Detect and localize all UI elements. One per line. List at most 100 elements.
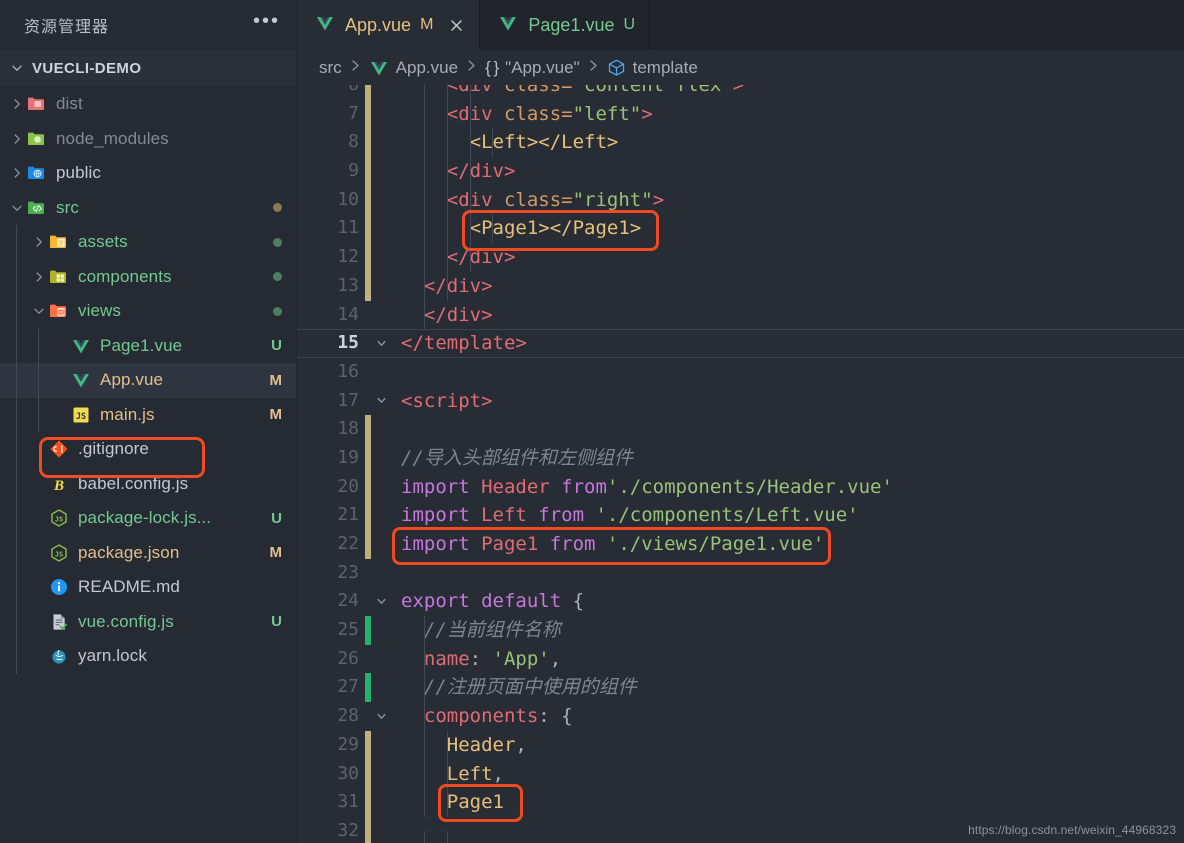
tabbar-empty-space [650,0,1184,50]
tree-item-package-lock-js-[interactable]: JS package-lock.js... U [0,501,296,536]
git-change-marker [365,415,371,444]
tree-item--gitignore[interactable]: .gitignore [0,432,296,467]
code-text: </template> [401,332,527,355]
git-change-marker [365,214,371,244]
line-number: 13 [337,274,359,296]
fold-chevron-icon[interactable] [371,338,391,349]
code-line: 10 <div class="right"> [297,185,1184,215]
code-line: 16 [297,358,1184,387]
explorer-header: 资源管理器 ••• [0,0,296,50]
tree-item-label: node_modules [56,128,169,148]
line-number: 29 [337,733,359,755]
line-number: 30 [337,762,359,784]
vue-file-icon [315,13,335,38]
fold-chevron-icon[interactable] [371,711,391,722]
tree-item-package-json[interactable]: JS package.json M [0,535,296,570]
breadcrumb-item-app-vue[interactable]: App.vue [369,58,458,78]
vscode-window: 资源管理器 ••• VUECLI-DEMO dist node_modulespu… [0,0,1184,843]
cube-icon [607,58,626,77]
code-line: 24 export default { [297,587,1184,616]
code-text: <Page1></Page1> [391,214,641,244]
tree-item-label: babel.config.js [78,473,189,493]
code-line: 12 </div> [297,243,1184,272]
tree-item-public[interactable]: public [0,156,296,191]
tree-item-views[interactable]: views [0,294,296,329]
code-text: name: 'App', [391,644,561,674]
braces-icon: { } [485,57,499,77]
editor-group: App.vue M Page1.vue U src App.vue { } "App.vue… [297,0,1184,843]
breadcrumb-item-template[interactable]: template [607,58,698,78]
js-file-icon: JS [70,405,92,425]
tree-item-main-js[interactable]: JS main.js M [0,397,296,432]
info-file-icon [48,577,70,597]
line-number: 31 [337,791,359,813]
tree-item-label: assets [78,232,128,252]
chevron-right-icon[interactable] [30,270,48,284]
breadcrumb-separator [351,59,360,76]
tree-item-readme-md[interactable]: README.md [0,570,296,605]
line-number: 19 [337,446,359,468]
git-status-badge: U [271,337,282,355]
line-number: 12 [337,246,359,268]
chevron-right-icon[interactable] [30,235,48,249]
tree-item-dist[interactable]: dist [0,87,296,122]
vue-file-icon [70,370,92,390]
status-dot [273,306,282,316]
code-line: 31 Page1 [297,788,1184,817]
file-tree: dist node_modulespublic src assets component… [0,86,296,674]
folder-src-icon [26,198,48,218]
status-dot [273,237,282,247]
git-change-marker [365,99,371,129]
git-change-marker [365,645,371,674]
tab-app-vue[interactable]: App.vue M [297,0,481,50]
fold-chevron-icon[interactable] [371,395,391,406]
chevron-right-icon[interactable] [8,166,26,180]
breadcrumb-label: src [319,57,342,77]
tree-item-yarn-lock[interactable]: yarn.lock [0,639,296,674]
folder-green-icon [26,129,48,149]
editor-tabbar: App.vue M Page1.vue U [297,0,1184,50]
git-status-badge: M [269,371,283,389]
node-file-icon: JS [48,508,70,528]
folder-views-icon [48,301,70,321]
breadcrumb: src App.vue { } "App.vue" template [297,50,1184,85]
code-text: Page1 [391,788,504,817]
git-change-marker [365,301,371,330]
tree-item-babel-config-js[interactable]: Bbabel.config.js [0,466,296,501]
line-number: 21 [337,504,359,526]
chevron-down-icon[interactable] [30,304,48,318]
line-number: 8 [348,131,359,153]
watermark: https://blog.csdn.net/weixin_44968323 [968,823,1176,837]
tree-item-node-modules[interactable]: node_modules [0,122,296,157]
ellipsis-icon[interactable]: ••• [253,11,280,34]
tree-item-assets[interactable]: assets [0,225,296,260]
close-icon[interactable] [447,16,465,34]
git-change-marker [365,128,371,158]
code-text: <div class="left"> [391,99,653,129]
code-line: 27 //注册页面中使用的组件 [297,673,1184,703]
code-editor[interactable]: 6 <div class="content flex">7 <div class… [297,85,1184,843]
tree-item-page1-vue[interactable]: Page1.vue U [0,328,296,363]
babel-file-icon: B [48,474,70,494]
line-number: 18 [337,418,359,440]
folder-blue-icon [26,163,48,183]
breadcrumb-item-src[interactable]: src [319,58,342,78]
folder-comp-icon [48,267,70,287]
code-line: 22 import Page1 from './views/Page1.vue' [297,530,1184,559]
code-text: </div> [391,271,493,301]
chevron-right-icon[interactable] [8,97,26,111]
tree-item-app-vue[interactable]: App.vue M [0,363,296,398]
tab-page1-vue[interactable]: Page1.vue U [480,0,651,50]
tree-item-components[interactable]: components [0,259,296,294]
breadcrumb-item--app-vue-[interactable]: { } "App.vue" [485,58,580,78]
status-dot [273,203,282,213]
project-root-row[interactable]: VUECLI-DEMO [0,50,296,86]
code-text: </div> [391,157,515,186]
code-text: <div class="right"> [391,185,664,215]
chevron-right-icon[interactable] [8,132,26,146]
chevron-down-icon[interactable] [8,201,26,215]
git-file-icon [48,439,70,459]
fold-chevron-icon[interactable] [371,596,391,607]
tree-item-vue-config-js[interactable]: vue.config.js U [0,604,296,639]
tree-item-src[interactable]: src [0,191,296,226]
